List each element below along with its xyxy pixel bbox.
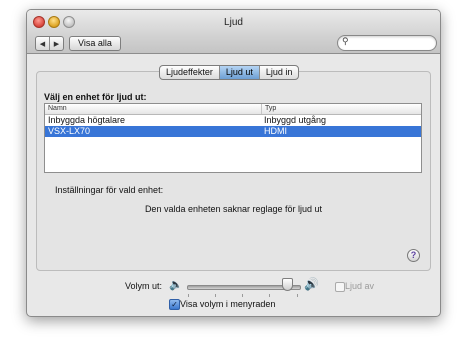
forward-arrow-icon[interactable]: ▶: [49, 37, 63, 50]
no-controls-message: Den valda enheten saknar reglage för lju…: [144, 204, 323, 214]
title-bar: Ljud ◀ ▶ Visa alla ⚲: [27, 10, 440, 54]
window-title: Ljud: [224, 17, 243, 28]
tab-sound-effects[interactable]: Ljudeffekter: [160, 66, 219, 79]
show-all-button[interactable]: Visa alla: [69, 36, 121, 51]
mute-label: Ljud av: [345, 281, 375, 291]
output-volume-label: Volym ut:: [125, 281, 163, 291]
table-row[interactable]: Inbyggda högtalare Inbyggd utgång: [45, 115, 421, 126]
device-settings-label: Inställningar för vald enhet:: [55, 185, 164, 195]
column-header-name[interactable]: Namn: [45, 104, 262, 114]
table-header: Namn Typ: [45, 104, 421, 115]
search-field[interactable]: ⚲: [337, 35, 437, 51]
mute-checkbox[interactable]: [335, 282, 345, 292]
show-volume-in-menubar-label: Visa volym i menyraden: [180, 299, 276, 309]
table-row-selected[interactable]: VSX-LX70 HDMI: [45, 126, 421, 137]
magnifier-icon: ⚲: [342, 36, 349, 46]
help-icon[interactable]: ?: [407, 249, 420, 262]
back-arrow-icon[interactable]: ◀: [36, 37, 49, 50]
speaker-low-icon: 🔈: [169, 279, 183, 291]
section-title: Välj en enhet för ljud ut:: [44, 92, 147, 102]
show-volume-in-menubar-checkbox[interactable]: ✓: [169, 299, 180, 310]
device-name: VSX-LX70: [48, 126, 91, 136]
speaker-high-icon: 🔊: [304, 277, 319, 291]
navigation-segment: ◀ ▶: [35, 36, 64, 51]
volume-slider-knob[interactable]: [282, 278, 294, 291]
tab-input[interactable]: Ljud in: [258, 66, 299, 79]
device-type: Inbyggd utgång: [264, 115, 327, 125]
device-name: Inbyggda högtalare: [48, 115, 126, 125]
column-header-type[interactable]: Typ: [262, 104, 276, 114]
tab-bar: Ljudeffekter Ljud ut Ljud in: [159, 65, 300, 80]
tab-output[interactable]: Ljud ut: [218, 66, 259, 79]
device-type: HDMI: [264, 126, 287, 136]
output-device-table: Namn Typ Inbyggda högtalare Inbyggd utgå…: [44, 103, 422, 173]
search-input[interactable]: [353, 37, 431, 48]
preferences-window: Ljud ◀ ▶ Visa alla ⚲ Ljudeffekter Ljud u…: [26, 9, 441, 317]
